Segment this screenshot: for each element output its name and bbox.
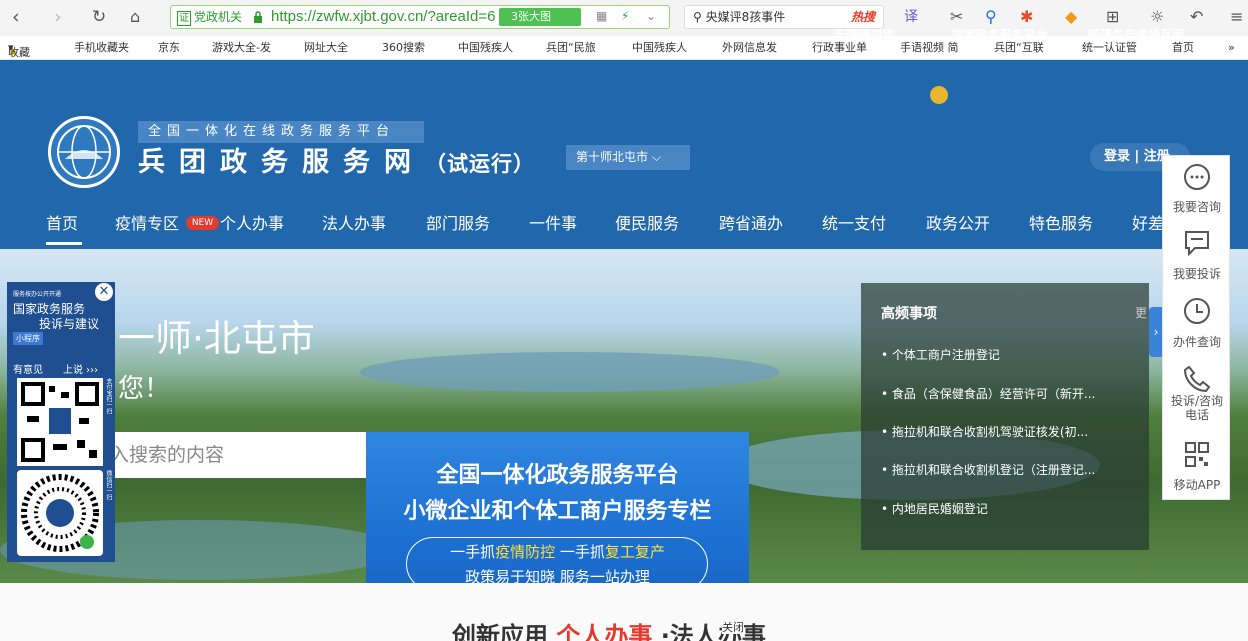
nav-personal[interactable]: 个人办事	[220, 213, 284, 235]
brightness-icon[interactable]: ☼	[1150, 6, 1164, 28]
frequent-heading: 高频事项	[881, 306, 937, 322]
frequent-item[interactable]: • 内地居民婚姻登记	[881, 501, 988, 517]
lock-icon	[254, 11, 262, 23]
nav-convenience[interactable]: 便民服务	[615, 213, 679, 235]
bookmark-item[interactable]: 手语视频 简	[900, 41, 959, 55]
nav-home[interactable]: 首页	[46, 213, 78, 235]
magnifier-icon[interactable]: ⚲	[985, 6, 997, 28]
undo-icon[interactable]: ↶	[1190, 6, 1203, 28]
nav-legal-person[interactable]: 法人办事	[322, 213, 386, 235]
accessibility-link[interactable]: 无障碍浏览	[834, 28, 894, 42]
bookmark-item[interactable]: 360搜索	[382, 41, 425, 55]
menu-icon[interactable]: ≡	[1230, 6, 1243, 28]
right-float-menu: 我要咨询 我要投诉 办件查询 投诉/咨询 电话 移动APP	[1162, 155, 1230, 500]
site-logo	[48, 116, 120, 188]
nav-gov-affairs[interactable]: 政务公开	[926, 213, 990, 235]
nav-epidemic[interactable]: 疫情专区	[115, 213, 179, 235]
search-icon: ⚲	[693, 10, 706, 24]
lightning-icon[interactable]: ⚡	[621, 9, 629, 23]
hero-river	[360, 352, 780, 392]
globe-logo-icon	[57, 125, 111, 179]
game-icon[interactable]: ✱	[1020, 6, 1033, 28]
promo-line3: 一手抓疫情防控 一手抓复工复产	[450, 543, 665, 561]
bookmark-favorites[interactable]: ★ 收藏 ▾	[8, 41, 30, 59]
complaint-icon[interactable]	[1181, 228, 1213, 258]
platform-subtitle: 全国一体化在线政务服务平台	[138, 121, 424, 143]
bookmark-item[interactable]: 中国残疾人	[632, 41, 687, 55]
reload-icon[interactable]: ↻	[92, 6, 106, 28]
dropdown-icon[interactable]: ⌄	[646, 9, 656, 23]
nav-one-thing[interactable]: 一件事	[529, 213, 577, 235]
forward-icon[interactable]: ›	[54, 6, 62, 28]
promo-line2: 小微企业和个体工商户服务专栏	[403, 499, 712, 524]
complaint-qr-panel: 服务按办公开开通 国家政务服务 投诉与建议 小程序 有意见 上说 ››› 支付宝…	[7, 282, 115, 562]
hero-greeting: 您！	[118, 374, 171, 404]
bottom-section-title: 创新应用 个人办事 ·法人办事	[452, 622, 766, 641]
emblem-icon	[930, 86, 948, 104]
frequent-items-panel: 高频事项 更 • 个体工商户注册登记 • 食品（含保健食品）经营许可（新开...…	[861, 283, 1149, 550]
complaint-label[interactable]: 我要投诉	[1163, 267, 1231, 281]
frequent-item[interactable]: • 个体工商户注册登记	[881, 347, 1000, 363]
big-image-button[interactable]: 3张大图	[499, 8, 581, 26]
shield-icon[interactable]: ◆	[1065, 6, 1077, 28]
nav-active-underline	[46, 242, 82, 245]
home-icon[interactable]: ⌂	[130, 6, 140, 28]
alipay-qr-code	[17, 378, 103, 466]
query-label[interactable]: 办件查询	[1163, 335, 1231, 349]
bookmark-item[interactable]: 京东	[158, 41, 180, 55]
wechat-qr-code	[17, 470, 103, 556]
mobile-app-label[interactable]: 移动APP	[1163, 478, 1231, 492]
close-link[interactable]: 关闭	[722, 622, 744, 634]
xpcc-link[interactable]: 新疆生产建设兵团	[1088, 28, 1184, 42]
hero-city-title: 一师·北屯市	[118, 317, 315, 360]
apps-grid-icon[interactable]: ⊞	[1106, 6, 1119, 28]
close-icon[interactable]: ✕	[95, 283, 113, 301]
frequent-item[interactable]: • 拖拉机和联合收割机驾驶证核发(初...	[881, 424, 1088, 440]
verified-site-label: 证党政机关	[177, 10, 243, 26]
hotline-label[interactable]: 投诉/咨询	[1163, 394, 1231, 408]
browser-toolbar: ‹ › ↻ ⌂ 证党政机关 https://zwfw.xjbt.gov.cn/?…	[0, 0, 1248, 36]
frequent-item[interactable]: • 食品（含保健食品）经营许可（新开...	[881, 386, 1095, 402]
nav-featured[interactable]: 特色服务	[1029, 213, 1093, 235]
bookmark-item[interactable]: 兵团“民旅	[546, 41, 596, 55]
browser-search-box[interactable]: ⚲ 央媒评8孩事件 热搜	[684, 5, 884, 29]
bookmark-item[interactable]: 中国残疾人	[458, 41, 513, 55]
bookmark-item[interactable]: 网址大全	[304, 41, 348, 55]
panel-toggle-icon[interactable]: ›	[1149, 307, 1163, 357]
bookmarks-bar: ★ 收藏 ▾ 手机收藏夹 京东 游戏大全-发 网址大全 360搜索 中国残疾人 …	[0, 36, 1248, 60]
scissors-icon[interactable]: ✂	[950, 6, 963, 28]
promo-line1: 全国一体化政务服务平台	[436, 463, 679, 488]
qr-subtitle: 投诉与建议	[39, 317, 100, 331]
clock-icon[interactable]	[1181, 296, 1213, 326]
mini-program-badge: 小程序	[13, 332, 43, 345]
site-search-input[interactable]: 入搜索的内容	[96, 432, 368, 478]
nav-cross-province[interactable]: 跨省通办	[719, 213, 783, 235]
more-link[interactable]: 更	[1135, 305, 1147, 321]
national-platform-link[interactable]: 国家政务服务平台	[952, 28, 1048, 42]
frequent-item[interactable]: • 拖拉机和联合收割机登记（注册登记...	[881, 462, 1095, 478]
city-selector[interactable]: 第十师北屯市 ⌵	[566, 145, 690, 170]
address-bar[interactable]: 证党政机关 https://zwfw.xjbt.gov.cn/?areaId=6…	[170, 5, 670, 29]
consult-label[interactable]: 我要咨询	[1163, 200, 1231, 214]
bookmark-item[interactable]: 手机收藏夹	[74, 41, 129, 55]
url-text[interactable]: https://zwfw.xjbt.gov.cn/?areaId=6	[271, 8, 495, 26]
phone-icon[interactable]	[1181, 363, 1213, 393]
bookmark-item[interactable]: 统一认证管	[1082, 41, 1137, 55]
new-badge: NEW	[186, 216, 219, 230]
consult-chat-icon[interactable]	[1181, 162, 1213, 192]
nav-payment[interactable]: 统一支付	[822, 213, 886, 235]
back-icon[interactable]: ‹	[12, 6, 20, 28]
translate-icon[interactable]: 译	[904, 6, 918, 28]
bookmark-item[interactable]: 首页	[1172, 41, 1194, 55]
nav-department[interactable]: 部门服务	[426, 213, 490, 235]
qr-code-icon[interactable]	[1181, 440, 1213, 470]
bookmark-item[interactable]: 外网信息发	[722, 41, 777, 55]
bookmark-item[interactable]: 行政事业单	[812, 41, 867, 55]
reader-icon[interactable]: ▦	[596, 9, 607, 23]
hot-search-label[interactable]: 热搜	[851, 6, 875, 28]
bookmark-item[interactable]: 游戏大全-发	[212, 41, 271, 55]
bookmark-more[interactable]: »	[1228, 41, 1235, 55]
site-title: 兵团政务服务网（试运行）	[138, 147, 535, 178]
bookmark-item[interactable]: 兵团“互联	[994, 41, 1044, 55]
